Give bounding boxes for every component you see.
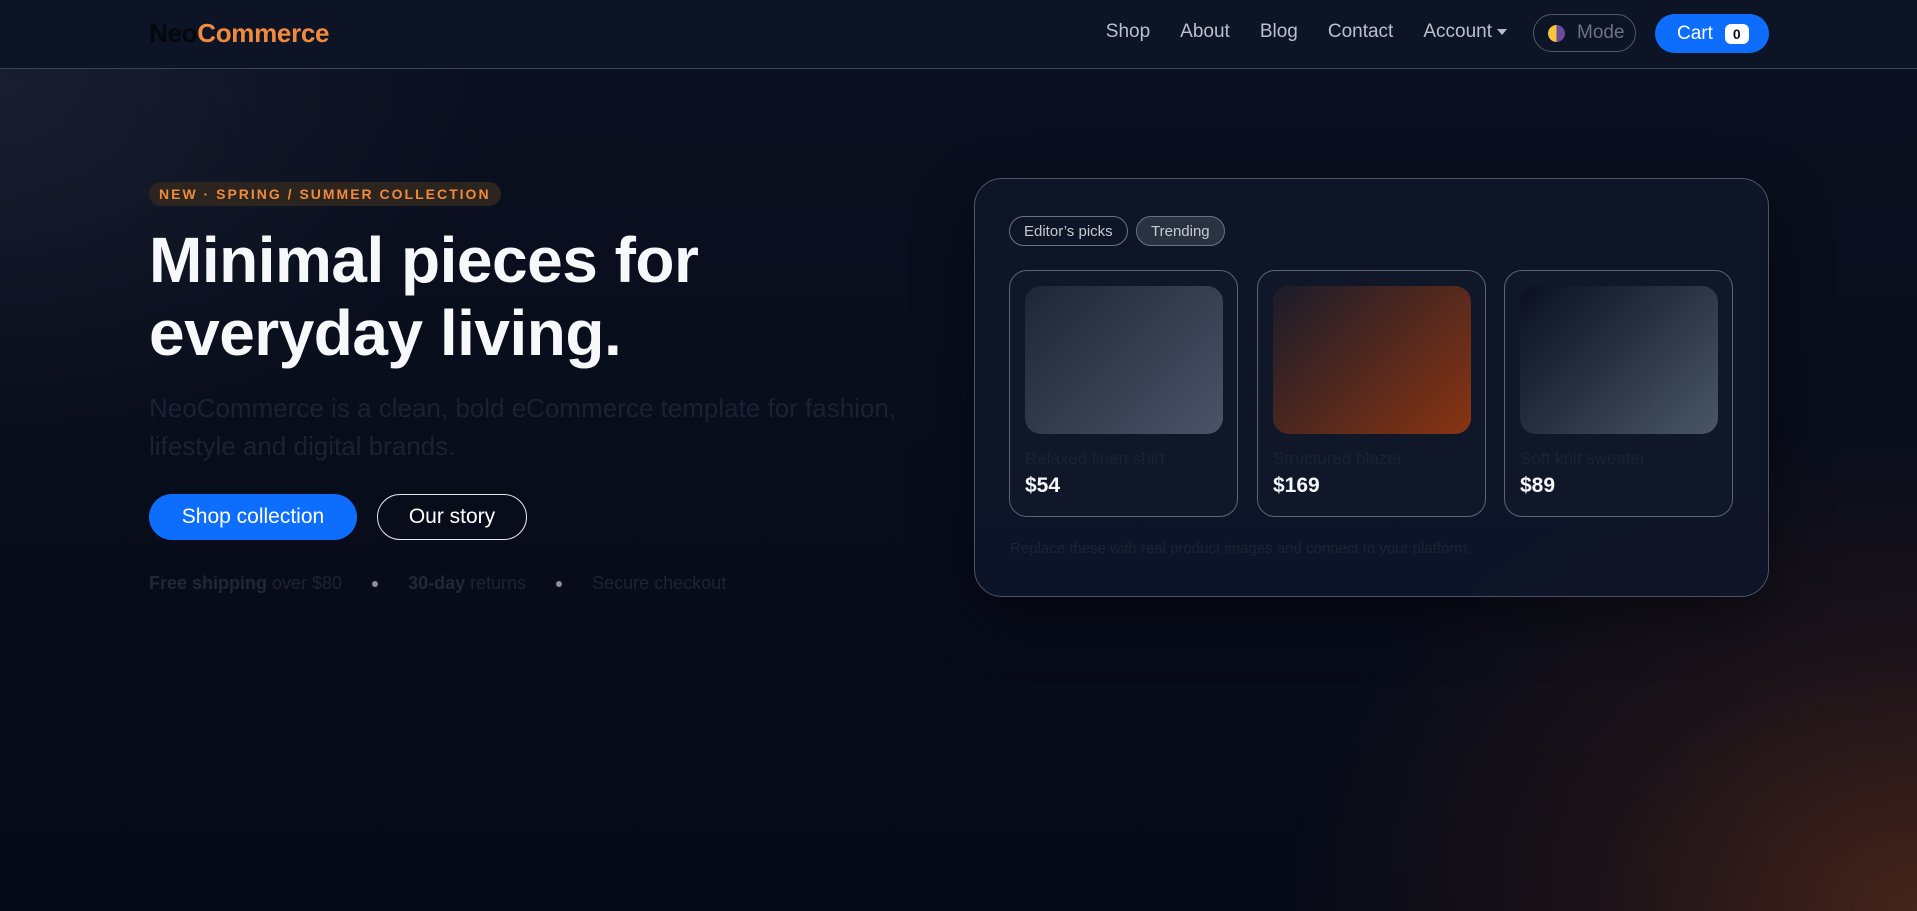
nav-link-blog[interactable]: Blog bbox=[1260, 21, 1298, 43]
product-card[interactable]: Relaxed linen shirt $54 bbox=[1009, 270, 1238, 517]
product-price: $54 bbox=[1025, 474, 1061, 497]
cart-label: Cart bbox=[1677, 22, 1713, 44]
brand-part-commerce: Commerce bbox=[197, 18, 330, 48]
card-note: Replace these with real product images a… bbox=[1010, 540, 1472, 557]
product-image bbox=[1520, 286, 1718, 434]
perk-secure-checkout: Secure checkout bbox=[592, 573, 727, 593]
perk-strong: 30-day bbox=[408, 573, 466, 593]
product-card[interactable]: Structured blazer $169 bbox=[1257, 270, 1486, 517]
product-name: Structured blazer bbox=[1273, 449, 1403, 468]
caret-down-icon bbox=[1497, 28, 1507, 35]
nav-links: Shop About Blog Contact Account bbox=[1106, 21, 1507, 43]
cart-button[interactable]: Cart 0 bbox=[1655, 14, 1769, 53]
product-price: $169 bbox=[1273, 474, 1320, 497]
nav-dropdown-account[interactable]: Account bbox=[1423, 21, 1507, 43]
perk-strong: Free shipping bbox=[149, 573, 268, 593]
hero-subtext: NeoCommerce is a clean, bold eCommerce t… bbox=[149, 393, 897, 461]
perk-returns: 30-day returns bbox=[408, 573, 526, 594]
product-image bbox=[1273, 286, 1471, 434]
separator-dot bbox=[372, 580, 379, 587]
product-name: Relaxed linen shirt bbox=[1025, 449, 1165, 468]
chip-editors-picks[interactable]: Editor’s picks bbox=[1009, 216, 1128, 246]
nav-link-account-label: Account bbox=[1423, 21, 1492, 42]
separator-dot bbox=[556, 580, 563, 587]
perks-list: Free shipping over $80 30-day returns Se… bbox=[149, 573, 726, 594]
chip-trending[interactable]: Trending bbox=[1136, 216, 1225, 246]
featured-products-card: Editor’s picks Trending Relaxed linen sh… bbox=[974, 178, 1769, 597]
mode-label: Mode bbox=[1577, 22, 1625, 43]
headline-line-2: everyday living. bbox=[149, 297, 622, 369]
shop-collection-button[interactable]: Shop collection bbox=[149, 494, 357, 540]
hero-headline: Minimal pieces for everyday living. bbox=[149, 224, 909, 370]
product-card[interactable]: Soft knit sweater $89 bbox=[1504, 270, 1733, 517]
collection-badge: NEW · SPRING / SUMMER COLLECTION bbox=[149, 182, 501, 206]
cart-count-badge: 0 bbox=[1724, 23, 1749, 44]
mode-toggle-button[interactable]: Mode bbox=[1533, 14, 1636, 52]
product-image bbox=[1025, 286, 1223, 434]
product-name: Soft knit sweater bbox=[1520, 449, 1646, 468]
our-story-button[interactable]: Our story bbox=[377, 494, 527, 540]
nav-link-about[interactable]: About bbox=[1180, 21, 1230, 43]
headline-line-1: Minimal pieces for bbox=[149, 224, 699, 296]
page: NeoCommerce Shop About Blog Contact Acco… bbox=[0, 0, 1917, 911]
perk-rest: returns bbox=[465, 573, 527, 593]
brand-logo[interactable]: NeoCommerce bbox=[149, 18, 330, 49]
product-price: $89 bbox=[1520, 474, 1556, 497]
navbar: NeoCommerce Shop About Blog Contact Acco… bbox=[0, 0, 1917, 69]
perk-free-shipping: Free shipping over $80 bbox=[149, 573, 342, 594]
perk-rest: over $80 bbox=[267, 573, 343, 593]
nav-link-contact[interactable]: Contact bbox=[1328, 21, 1393, 43]
brand-part-neo: Neo bbox=[149, 18, 198, 48]
half-moon-icon bbox=[1548, 24, 1565, 42]
nav-link-shop[interactable]: Shop bbox=[1106, 21, 1150, 43]
